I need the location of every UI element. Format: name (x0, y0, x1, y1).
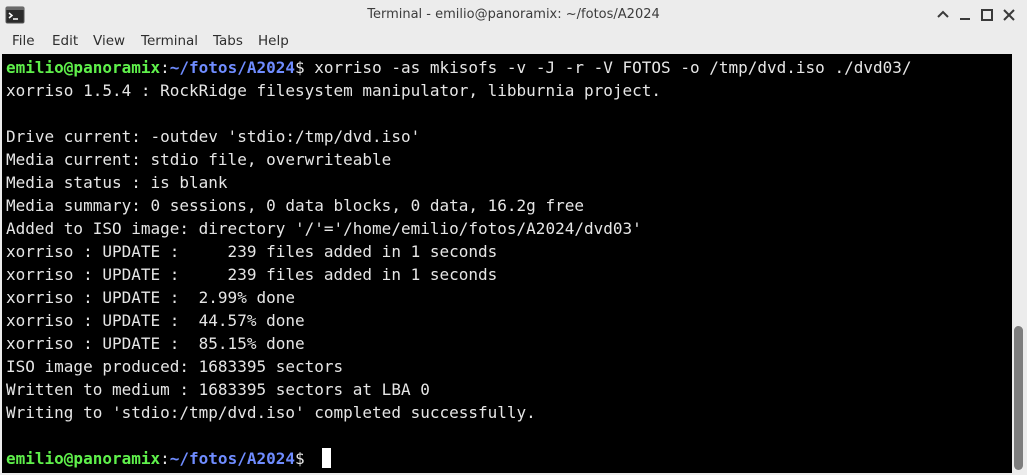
command-text: xorriso -as mkisofs -v -J -r -V FOTOS -o… (314, 58, 912, 77)
terminal-icon[interactable] (5, 5, 25, 25)
prompt-symbol: $ (295, 58, 315, 77)
menu-view[interactable]: View (93, 30, 125, 54)
output-line: Added to ISO image: directory '/'='/home… (6, 219, 642, 238)
output-line: Written to medium : 1683395 sectors at L… (6, 380, 430, 399)
text-cursor (322, 448, 332, 468)
terminal-output-area[interactable]: emilio@panoramix:~/fotos/A2024$ xorriso … (2, 54, 1012, 473)
command-line: emilio@panoramix:~/fotos/A2024$ xorriso … (6, 56, 912, 79)
output-line: ISO image produced: 1683395 sectors (6, 357, 344, 376)
terminal-window: Terminal - emilio@panoramix: ~/fotos/A20… (0, 0, 1027, 475)
menu-edit[interactable]: Edit (52, 30, 78, 54)
menu-terminal[interactable]: Terminal (141, 30, 198, 54)
output-line: xorriso : UPDATE : 44.57% done (6, 311, 305, 330)
prompt-user: emilio@panoramix (6, 449, 161, 468)
output-line: xorriso 1.5.4 : RockRidge filesystem man… (6, 81, 662, 100)
prompt-separator: : (160, 449, 170, 468)
scrollbar-thumb[interactable] (1014, 326, 1023, 470)
output-line: Media current: stdio file, overwriteable (6, 150, 392, 169)
prompt-path: ~/fotos/A2024 (169, 58, 295, 77)
scrollbar[interactable] (1012, 54, 1027, 473)
prompt-separator: : (160, 58, 170, 77)
menu-tabs[interactable]: Tabs (213, 30, 243, 54)
minimize-icon[interactable] (955, 5, 975, 25)
close-icon[interactable] (999, 5, 1019, 25)
minimize-up-icon[interactable] (933, 5, 953, 25)
maximize-icon[interactable] (977, 5, 997, 25)
output-line: Drive current: -outdev 'stdio:/tmp/dvd.i… (6, 127, 421, 146)
prompt-path: ~/fotos/A2024 (169, 449, 295, 468)
prompt-user: emilio@panoramix (6, 58, 161, 77)
output-line: Writing to 'stdio:/tmp/dvd.iso' complete… (6, 403, 536, 422)
output-line: Media summary: 0 sessions, 0 data blocks… (6, 196, 584, 215)
output-line: xorriso : UPDATE : 2.99% done (6, 288, 295, 307)
menu-file[interactable]: File (12, 30, 35, 54)
output-line: xorriso : UPDATE : 85.15% done (6, 334, 305, 353)
output-line: xorriso : UPDATE : 239 files added in 1 … (6, 265, 498, 284)
menu-bar: File Edit View Terminal Tabs Help (0, 30, 1027, 54)
prompt-line: emilio@panoramix:~/fotos/A2024$ (6, 447, 332, 470)
menu-help[interactable]: Help (258, 30, 289, 54)
title-bar[interactable]: Terminal - emilio@panoramix: ~/fotos/A20… (0, 0, 1027, 30)
prompt-symbol: $ (295, 449, 315, 468)
window-title: Terminal - emilio@panoramix: ~/fotos/A20… (367, 7, 660, 22)
output-line: Media status : is blank (6, 173, 228, 192)
output-line: xorriso : UPDATE : 239 files added in 1 … (6, 242, 498, 261)
